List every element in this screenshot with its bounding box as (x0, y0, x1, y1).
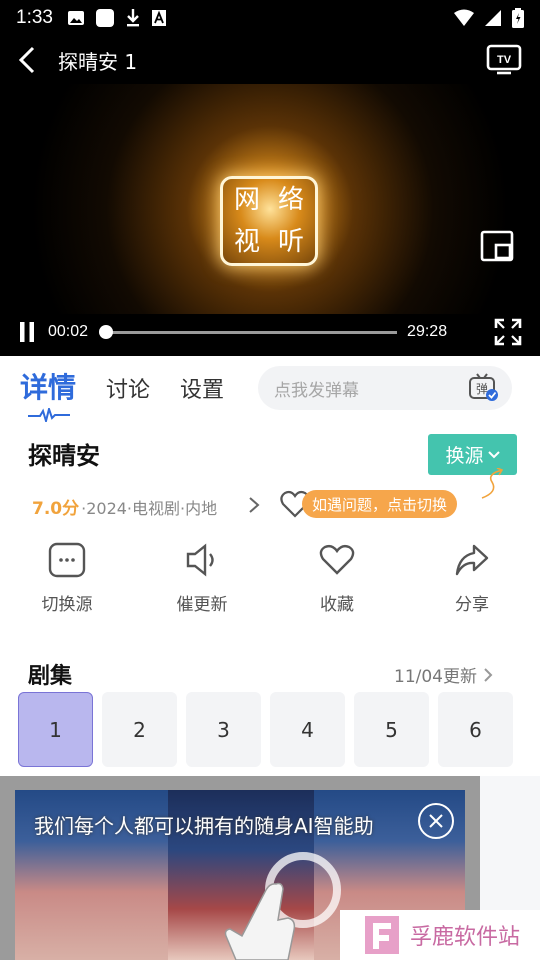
video-frame[interactable]: 网 络 视 听 (0, 84, 540, 314)
switch-source-icon (48, 542, 86, 578)
active-wave-icon (28, 408, 70, 422)
tab-bar: 详情 讨论 设置 点我发弹幕 弹 (0, 356, 540, 426)
detail-panel: 探晴安 换源 7.0分 ·2024·电视剧·内地 如遇问题，点击切换 切换源 催… (0, 426, 540, 776)
pause-icon[interactable] (18, 321, 36, 343)
download-icon (126, 9, 139, 27)
action-switch-source[interactable]: 切换源 (12, 538, 122, 615)
switch-tip-bubble[interactable]: 如遇问题，点击切换 (302, 490, 458, 518)
total-time: 29:28 (407, 323, 448, 340)
action-row: 切换源 催更新 收藏 分享 (0, 538, 540, 618)
watermark-text: 孚鹿软件站 (410, 925, 521, 950)
hand-pointer-icon (224, 882, 296, 960)
chevron-right-icon[interactable] (248, 496, 260, 514)
image-icon (67, 11, 84, 25)
episode-item[interactable]: 1 (18, 692, 93, 767)
picture-in-picture-icon[interactable] (480, 230, 514, 262)
episode-item[interactable]: 2 (102, 692, 177, 767)
tab-settings[interactable]: 设置 (180, 372, 224, 404)
current-time: 00:02 (48, 323, 89, 340)
back-arrow-icon[interactable] (18, 46, 36, 74)
episode-item[interactable]: 4 (270, 692, 345, 767)
action-share[interactable]: 分享 (417, 538, 527, 615)
episode-list: 1 2 3 4 5 6 (18, 692, 513, 767)
episode-item[interactable]: 3 (186, 692, 261, 767)
tab-details[interactable]: 详情 (20, 366, 76, 422)
player-controls: 00:02 29:28 (0, 308, 540, 356)
ad-close-button[interactable] (418, 803, 454, 839)
player-title: 探晴安 1 (58, 49, 138, 74)
wifi-icon (454, 9, 474, 26)
progress-bar[interactable] (99, 324, 398, 339)
tip-arrow-icon (481, 468, 504, 499)
action-favorite[interactable]: 收藏 (282, 538, 392, 615)
show-title: 探晴安 (28, 442, 100, 470)
video-logo: 网 络 视 听 (220, 176, 318, 266)
show-info: ·2024·电视剧·内地 (81, 498, 218, 518)
show-score: 7.0分 (32, 499, 80, 519)
status-bar: 1:33 (0, 0, 540, 36)
app-square-icon (95, 9, 114, 27)
battery-icon (512, 8, 524, 28)
danmu-placeholder: 点我发弹幕 (274, 380, 360, 401)
episode-item[interactable]: 6 (438, 692, 513, 767)
fullscreen-icon[interactable] (494, 318, 522, 346)
svg-text:TV: TV (497, 54, 512, 66)
status-time: 1:33 (16, 7, 53, 28)
video-player[interactable]: 网 络 视 听 探晴安 1 TV 00:02 29:28 (0, 36, 540, 356)
site-watermark: 孚鹿软件站 (340, 910, 540, 960)
heart-icon (319, 544, 355, 575)
site-logo-icon (365, 916, 399, 954)
chevron-down-icon (487, 450, 500, 458)
episode-item[interactable]: 5 (354, 692, 429, 767)
show-meta[interactable]: 7.0分 ·2024·电视剧·内地 (32, 494, 218, 520)
ad-text: 我们每个人都可以拥有的随身AI智能助 (34, 814, 374, 838)
signal-icon (485, 10, 501, 26)
speaker-icon (186, 543, 214, 577)
episodes-update[interactable]: 11/04更新 (394, 662, 493, 687)
danmu-toggle-icon[interactable]: 弹 (468, 373, 500, 403)
font-a-icon (151, 10, 166, 26)
close-icon (429, 814, 443, 828)
tab-discussion[interactable]: 讨论 (106, 372, 150, 404)
chevron-right-icon (484, 667, 493, 682)
action-urge-update[interactable]: 催更新 (147, 538, 257, 615)
danmu-input[interactable]: 点我发弹幕 弹 (258, 366, 513, 410)
tv-cast-icon[interactable]: TV (486, 44, 522, 76)
share-icon (455, 544, 489, 576)
player-top-bar: 探晴安 1 TV (0, 36, 540, 84)
episodes-header: 剧集 (28, 664, 73, 689)
progress-thumb[interactable] (99, 324, 114, 339)
